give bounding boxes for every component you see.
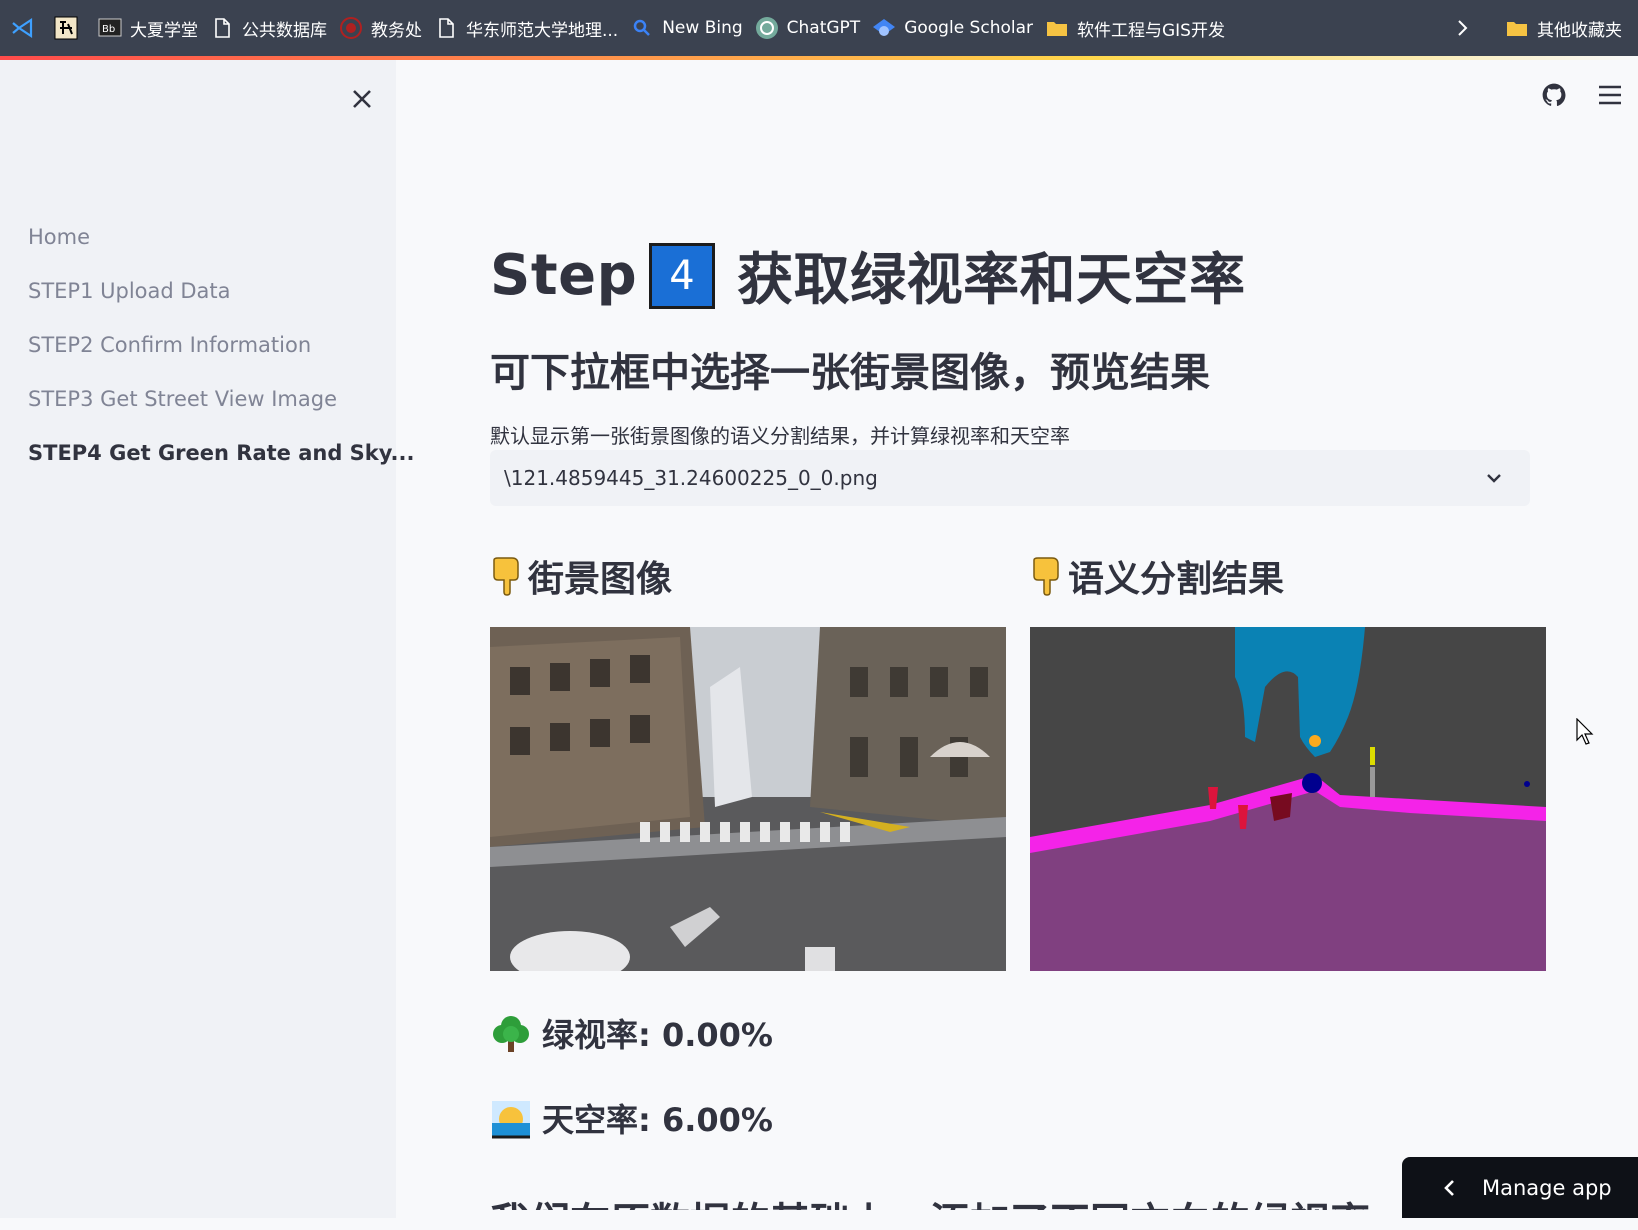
folder-icon xyxy=(1045,16,1069,40)
green-rate-value: 绿视率: 0.00% xyxy=(542,1016,773,1054)
bookmark-label: Google Scholar xyxy=(904,18,1033,38)
segmentation-title: 语义分割结果 xyxy=(1068,559,1285,600)
bookmark-jiaowu[interactable]: 教务处 xyxy=(339,16,422,41)
street-view-title: 街景图像 xyxy=(528,559,673,600)
sidebar-item-home[interactable]: Home xyxy=(28,210,414,264)
title-prefix: Step xyxy=(490,243,638,308)
title-suffix: 获取绿视率和天空率 xyxy=(737,248,1246,313)
segmentation-heading: 语义分割结果 xyxy=(1030,550,1284,602)
sidebar: Home STEP1 Upload Data STEP2 Confirm Inf… xyxy=(0,60,414,1218)
step-number-badge: 4 xyxy=(649,242,716,309)
bookmark-label: ChatGPT xyxy=(786,18,861,38)
hamburger-menu-icon[interactable] xyxy=(1597,84,1623,106)
bookmark-daxia[interactable]: Bb 大夏学堂 xyxy=(98,16,198,41)
bookmarks-bar: Bb 大夏学堂 公共数据库 教务处 华东师范大学地理... New Bing C… xyxy=(0,0,1638,56)
bookmark-label: 教务处 xyxy=(371,20,422,41)
partial-heading: 我们在原数据的基础上，添加了不同方向的绿视率、天空率 xyxy=(490,1200,1530,1230)
chevron-left-icon xyxy=(1440,1178,1460,1198)
bookmark-google-scholar[interactable]: Google Scholar xyxy=(872,16,1033,40)
bookmark-label: 其他收藏夹 xyxy=(1537,20,1622,41)
blackboard-icon: Bb xyxy=(98,16,122,40)
sidebar-item-step4[interactable]: STEP4 Get Green Rate and Sky... xyxy=(28,426,414,480)
segmentation-result-image xyxy=(1030,627,1546,971)
document-icon xyxy=(210,16,234,40)
sidebar-item-step1[interactable]: STEP1 Upload Data xyxy=(28,264,414,318)
page-title: Step 4 获取绿视率和天空率 xyxy=(490,235,1246,316)
section-description: 默认显示第一张街景图像的语义分割结果，并计算绿视率和天空率 xyxy=(490,424,1070,448)
bookmark-label: 公共数据库 xyxy=(242,20,327,41)
bookmark-zhi[interactable] xyxy=(54,16,86,40)
tree-icon xyxy=(490,1012,532,1054)
sidebar-item-step2[interactable]: STEP2 Confirm Information xyxy=(28,318,414,372)
document-icon xyxy=(434,16,458,40)
github-icon[interactable] xyxy=(1541,82,1567,108)
bookmark-public-db[interactable]: 公共数据库 xyxy=(210,16,327,41)
sidebar-nav: Home STEP1 Upload Data STEP2 Confirm Inf… xyxy=(28,210,414,480)
section-subtitle: 可下拉框中选择一张街景图像，预览结果 xyxy=(490,350,1210,396)
chevron-down-icon xyxy=(1484,468,1504,488)
sky-rate-value: 天空率: 6.00% xyxy=(542,1101,773,1139)
pointing-down-icon xyxy=(1030,556,1064,596)
bookmark-label: 大夏学堂 xyxy=(130,20,198,41)
search-icon xyxy=(630,16,654,40)
close-icon[interactable] xyxy=(348,85,376,113)
seal-icon xyxy=(339,16,363,40)
pointing-down-icon xyxy=(490,556,524,596)
street-view-heading: 街景图像 xyxy=(490,550,672,602)
svg-text:Bb: Bb xyxy=(102,24,115,35)
manage-app-label: Manage app xyxy=(1482,1175,1612,1200)
sky-rate-stat: 天空率: 6.00% xyxy=(490,1095,773,1141)
sidebar-item-step3[interactable]: STEP3 Get Street View Image xyxy=(28,372,414,426)
bookmark-vscode[interactable] xyxy=(10,16,42,40)
folder-icon xyxy=(1505,16,1529,40)
bookmark-label: 华东师范大学地理... xyxy=(466,20,619,41)
manage-app-button[interactable]: Manage app xyxy=(1402,1157,1638,1218)
vscode-icon xyxy=(10,16,34,40)
sunrise-icon xyxy=(490,1097,532,1139)
bookmark-label: New Bing xyxy=(662,18,743,38)
bookmark-label: 软件工程与GIS开发 xyxy=(1077,20,1225,41)
green-rate-stat: 绿视率: 0.00% xyxy=(490,1010,773,1056)
select-value: \121.4859445_31.24600225_0_0.png xyxy=(504,466,878,490)
bookmark-new-bing[interactable]: New Bing xyxy=(630,16,743,40)
chevron-right-icon[interactable] xyxy=(1450,16,1474,40)
bookmark-ecnu-geo[interactable]: 华东师范大学地理... xyxy=(434,16,618,41)
image-select-dropdown[interactable]: \121.4859445_31.24600225_0_0.png xyxy=(490,450,1530,506)
bookmark-other-folder[interactable]: 其他收藏夹 xyxy=(1505,0,1622,56)
zhi-icon xyxy=(54,16,78,40)
mouse-cursor-icon xyxy=(1576,717,1596,746)
scholar-icon xyxy=(872,16,896,40)
bookmark-chatgpt[interactable]: ChatGPT xyxy=(755,16,861,40)
chatgpt-icon xyxy=(755,16,779,40)
bookmark-folder-gis[interactable]: 软件工程与GIS开发 xyxy=(1045,16,1225,41)
street-view-image xyxy=(490,627,1006,971)
